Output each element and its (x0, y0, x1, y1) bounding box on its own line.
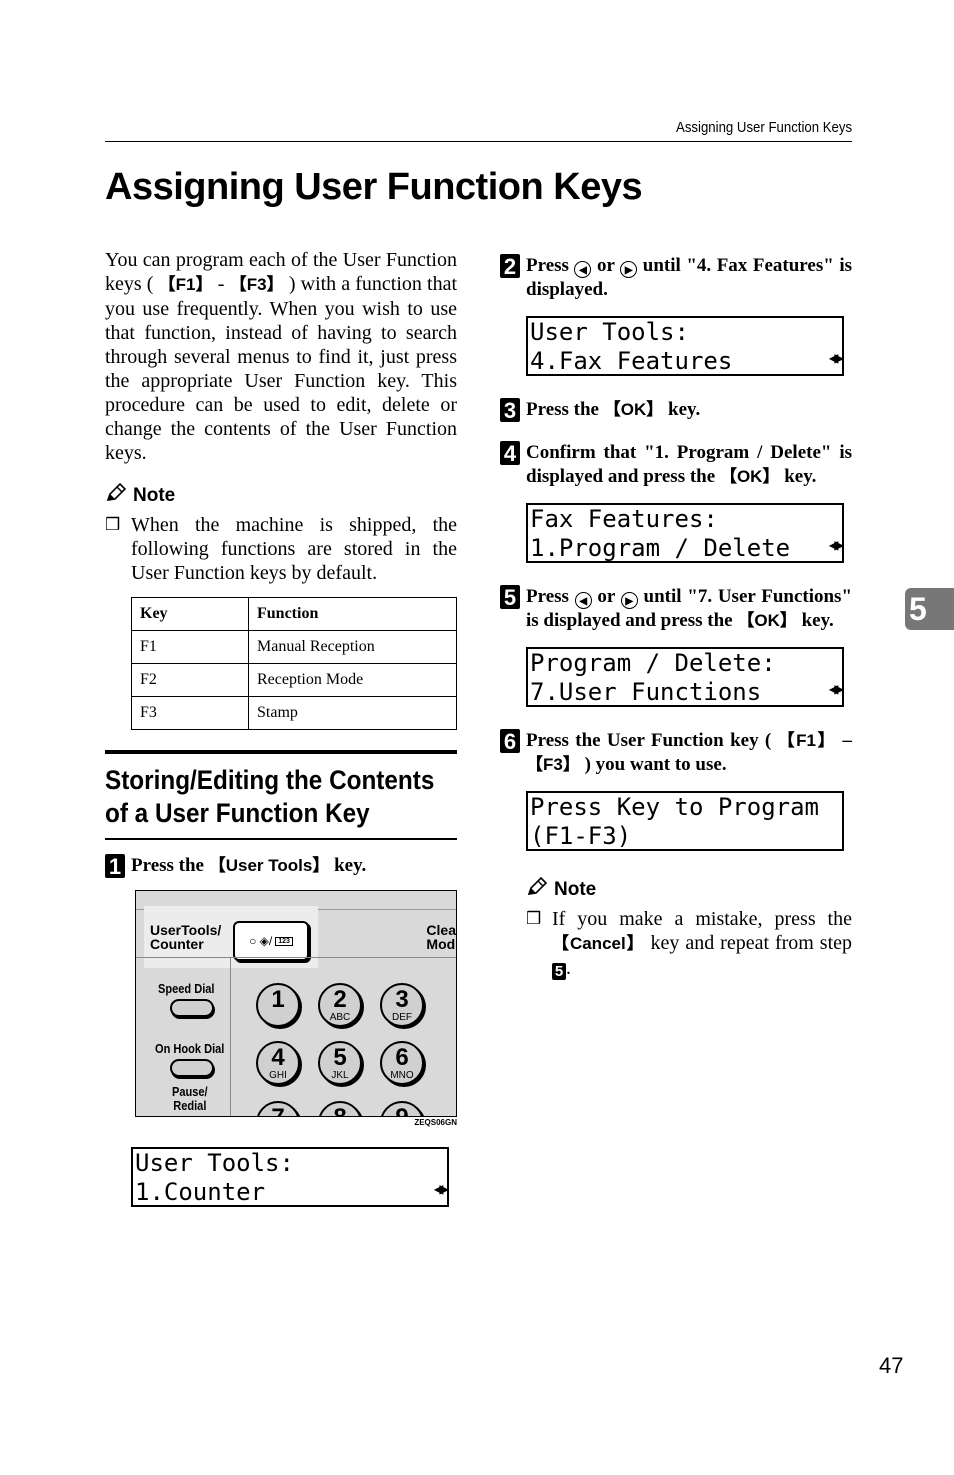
chapter-tab: 5 (905, 588, 954, 630)
step-1: 1 Press the 【User Tools】 key. (105, 854, 457, 879)
right-arrow-button-icon: ▶ (620, 592, 638, 609)
lcd-display-step1: User Tools: 1.Counter ◀▶ (131, 1147, 449, 1207)
keypad-9[interactable]: 9 (380, 1101, 424, 1116)
right-arrow-button-icon: ▶ (620, 261, 638, 278)
left-right-arrows-icon: ◀▶ (828, 535, 844, 554)
step-2: 2 Press ◀ or ▶ until "4. Fax Features" i… (500, 254, 852, 302)
step-number: 1 (105, 854, 125, 879)
keypad-4[interactable]: 4 GHI (256, 1041, 300, 1085)
key-ok: 【OK】 (603, 400, 664, 419)
table-row: F1 Manual Reception (131, 630, 457, 664)
checkbox-bullet-icon: ❒ (105, 515, 121, 534)
step-number: 5 (500, 585, 520, 610)
running-head: Assigning User Function Keys (675, 119, 852, 136)
header-rule (105, 141, 852, 142)
note-heading: Note (105, 482, 457, 509)
key-f1: 【F1】 (777, 731, 837, 750)
keypad-3[interactable]: 3 DEF (380, 983, 424, 1027)
keypad-7[interactable]: 7 (256, 1101, 300, 1116)
key-f1: 【F1】 (158, 275, 213, 294)
right-column: 2 Press ◀ or ▶ until "4. Fax Features" i… (500, 254, 852, 980)
key-cancel: 【Cancel】 (552, 934, 645, 953)
note-item: ❒ When the machine is shipped, the follo… (105, 514, 457, 584)
user-tools-counter-button[interactable]: ○ ◈/ 123 (233, 921, 309, 961)
lcd-display-step2: User Tools: 4.Fax Features ◀▶ (526, 316, 844, 376)
lcd-display-step5: Program / Delete: 7.User Functions ◀▶ (526, 647, 844, 707)
table-row: F3 Stamp (131, 696, 457, 730)
step-number: 6 (500, 729, 520, 754)
default-functions-table: Key Function F1 Manual Reception F2 Rece… (131, 597, 457, 730)
step-number: 3 (500, 398, 520, 423)
keypad-8[interactable]: 8 (318, 1101, 362, 1116)
table-row: F2 Reception Mode (131, 663, 457, 697)
page-title: Assigning User Function Keys (105, 166, 643, 208)
note-heading: Note (526, 876, 852, 903)
intro-paragraph: You can program each of the User Functio… (105, 249, 458, 464)
table-header-row: Key Function (131, 597, 457, 631)
left-right-arrows-icon: ◀▶ (828, 348, 844, 367)
step-number: 4 (500, 441, 520, 466)
speed-dial-label: Speed Dial (158, 981, 215, 996)
key-f3: 【F3】 (229, 275, 284, 294)
lcd-display-step6: Press Key to Program (F1-F3) (526, 791, 844, 851)
checkbox-bullet-icon: ❒ (526, 909, 542, 928)
figure-id: ZEQS06GN (414, 1118, 457, 1127)
keypad-5[interactable]: 5 JKL (318, 1041, 362, 1085)
left-right-arrows-icon: ◀▶ (433, 1179, 449, 1198)
step-4: 4 Confirm that "1. Program / Delete" is … (500, 441, 852, 489)
left-column: You can program each of the User Functio… (105, 248, 457, 1207)
key-f3: 【F3】 (526, 755, 580, 774)
clear-modes-label: Clea Mod (426, 922, 456, 952)
step-ref-badge: 5 (552, 963, 566, 980)
counter-icon: 123 (275, 936, 293, 946)
key-ok: 【OK】 (737, 611, 797, 630)
left-right-arrows-icon: ◀▶ (828, 679, 844, 698)
page-number: 47 (879, 1353, 904, 1378)
on-hook-dial-button[interactable] (170, 1059, 214, 1077)
pencil-icon (526, 876, 548, 903)
key-ok: 【OK】 (719, 467, 780, 486)
control-panel-figure: UserTools/ Counter ○ ◈/ 123 Clea Mod Spe… (135, 890, 457, 1117)
note-item: ❒ If you make a mistake, press the 【Canc… (526, 908, 853, 980)
pencil-icon (105, 482, 127, 509)
section-title: Storing/Editing the Contents of a User F… (105, 765, 435, 828)
step-6: 6 Press the User Function key ( 【F1】 – 【… (500, 729, 852, 777)
keypad-1[interactable]: 1 (256, 983, 300, 1027)
key-user-tools: 【User Tools】 (208, 856, 330, 875)
step-5: 5 Press ◀ or ▶ until "7. User Functions"… (500, 585, 852, 633)
left-arrow-button-icon: ◀ (574, 261, 592, 278)
on-hook-dial-label: On Hook Dial (155, 1041, 225, 1056)
step-3: 3 Press the 【OK】 key. (500, 398, 852, 423)
speed-dial-button[interactable] (170, 999, 214, 1017)
pause-redial-label: Pause/ Redial (172, 1084, 208, 1113)
step-number: 2 (500, 254, 520, 279)
lcd-display-step4: Fax Features: 1.Program / Delete ◀▶ (526, 503, 844, 563)
keypad-2[interactable]: 2 ABC (318, 983, 362, 1027)
keypad-6[interactable]: 6 MNO (380, 1041, 424, 1085)
user-tools-label: UserTools/ Counter (150, 922, 222, 952)
left-arrow-button-icon: ◀ (574, 592, 592, 609)
section-rule-top (105, 750, 457, 754)
